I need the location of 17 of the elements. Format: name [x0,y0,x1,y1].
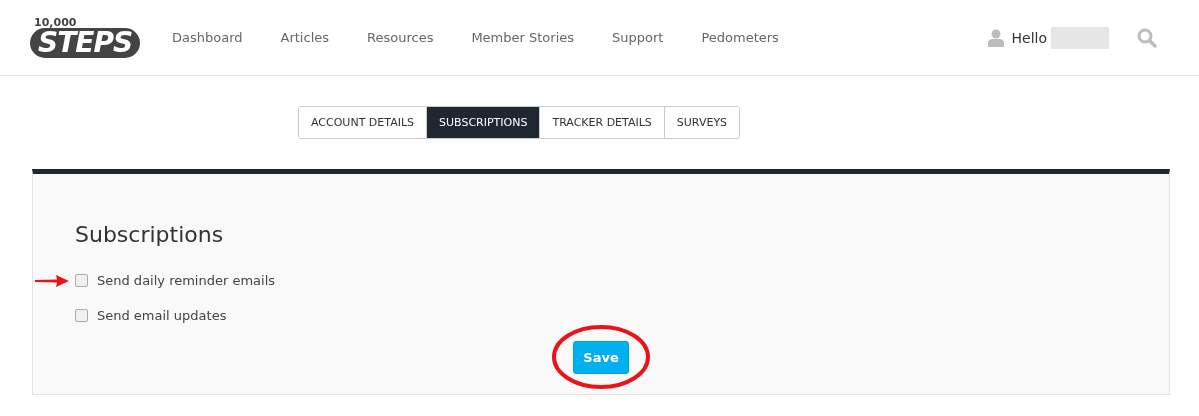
search-icon[interactable] [1137,27,1157,48]
redacted-name [1051,26,1109,49]
checkbox-label[interactable]: Send email updates [97,308,227,323]
greeting: Hello [1011,29,1047,46]
checkbox[interactable] [75,274,88,287]
panel-title: Subscriptions [75,222,225,247]
checkbox-label[interactable]: Send daily reminder emails [97,273,276,288]
nav-link[interactable]: Resources [367,30,434,45]
nav-link[interactable]: Pedometers [701,30,779,45]
nav-link[interactable]: Dashboard [172,30,243,45]
nav-link[interactable]: Articles [280,30,329,45]
checkbox[interactable] [75,309,88,322]
tab[interactable]: SURVEYS [663,107,740,138]
tab[interactable]: SUBSCRIPTIONS [426,107,540,138]
user-icon [987,28,1004,47]
nav-link[interactable]: Member Stories [471,30,575,45]
nav-link[interactable]: Support [612,30,664,45]
